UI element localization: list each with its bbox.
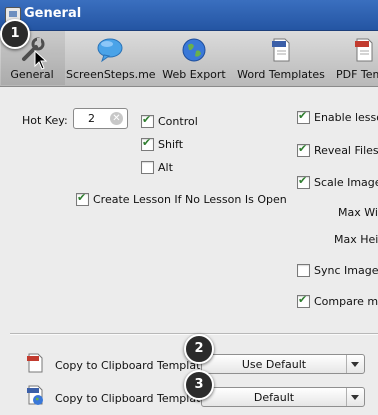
hotkey-value: 2 [88, 112, 95, 125]
reveal-files-checkbox[interactable] [297, 142, 310, 157]
max-height-label: Max Heig [334, 233, 378, 246]
scale-images-checkbox[interactable] [297, 174, 310, 189]
sync-image-label: Sync Image M [314, 264, 378, 277]
control-label: Control [158, 115, 198, 128]
preferences-toolbar: General ScreenSteps.me Web Export Word T… [0, 31, 378, 87]
toolbar-label-pdf-templates: PDF Tem [336, 68, 378, 81]
title-bar: General [0, 0, 378, 31]
toolbar-label-web-export: Web Export [162, 68, 226, 81]
clear-icon[interactable]: ✕ [110, 112, 123, 125]
toolbar-item-word-templates[interactable]: Word Templates [236, 31, 326, 86]
chevron-down-icon [346, 388, 364, 406]
toolbar-label-screensteps: ScreenSteps.me [66, 68, 156, 81]
step-badge-2: 2 [184, 334, 214, 364]
toolbar-item-pdf-templates[interactable]: PDF Tem [334, 31, 378, 86]
enable-lesson-label: Enable lesson [314, 111, 378, 124]
pdf-document-icon [350, 37, 378, 63]
step-badge-3: 3 [184, 370, 214, 400]
toolbar-item-screensteps[interactable]: ScreenSteps.me [66, 31, 156, 86]
html-clipboard-template-value: Default [253, 391, 295, 404]
sync-image-checkbox[interactable] [297, 264, 310, 277]
scale-images-label: Scale Images [314, 176, 378, 189]
general-pane: Hot Key: 2 ✕ Control Shift Alt Create Le… [0, 87, 378, 415]
alt-label: Alt [158, 161, 173, 174]
pdf-clipboard-template-select[interactable]: Use Default [201, 354, 365, 374]
speech-bubble-icon [96, 37, 124, 63]
pdf-clipboard-template-value: Use Default [241, 358, 307, 371]
globe-icon [180, 37, 208, 63]
pdf-file-icon [26, 353, 44, 373]
compare-checkbox[interactable] [297, 293, 310, 308]
mouse-cursor-icon [34, 49, 48, 73]
compare-label: Compare mar [314, 295, 378, 308]
shift-checkbox[interactable] [141, 136, 154, 151]
shift-label: Shift [158, 138, 184, 151]
reveal-files-label: Reveal Files A [314, 144, 378, 157]
word-document-icon [267, 37, 295, 63]
hotkey-input[interactable]: 2 ✕ [73, 108, 128, 129]
toolbar-item-web-export[interactable]: Web Export [160, 31, 228, 86]
pdf-clipboard-label: Copy to Clipboard Template: [55, 359, 211, 372]
step-badge-1: 1 [0, 19, 30, 49]
toolbar-label-word-templates: Word Templates [237, 68, 325, 81]
max-width-label: Max Wid [338, 206, 378, 219]
control-checkbox[interactable] [141, 113, 154, 128]
create-lesson-checkbox[interactable] [76, 191, 89, 206]
window-title: General [24, 6, 82, 21]
alt-checkbox[interactable] [141, 161, 154, 174]
html-file-icon [26, 385, 44, 405]
chevron-down-icon [346, 355, 364, 373]
hotkey-label: Hot Key: [22, 114, 68, 127]
create-lesson-label: Create Lesson If No Lesson Is Open [93, 193, 287, 206]
enable-lesson-checkbox[interactable] [297, 109, 310, 124]
html-clipboard-template-select[interactable]: Default [201, 387, 365, 407]
